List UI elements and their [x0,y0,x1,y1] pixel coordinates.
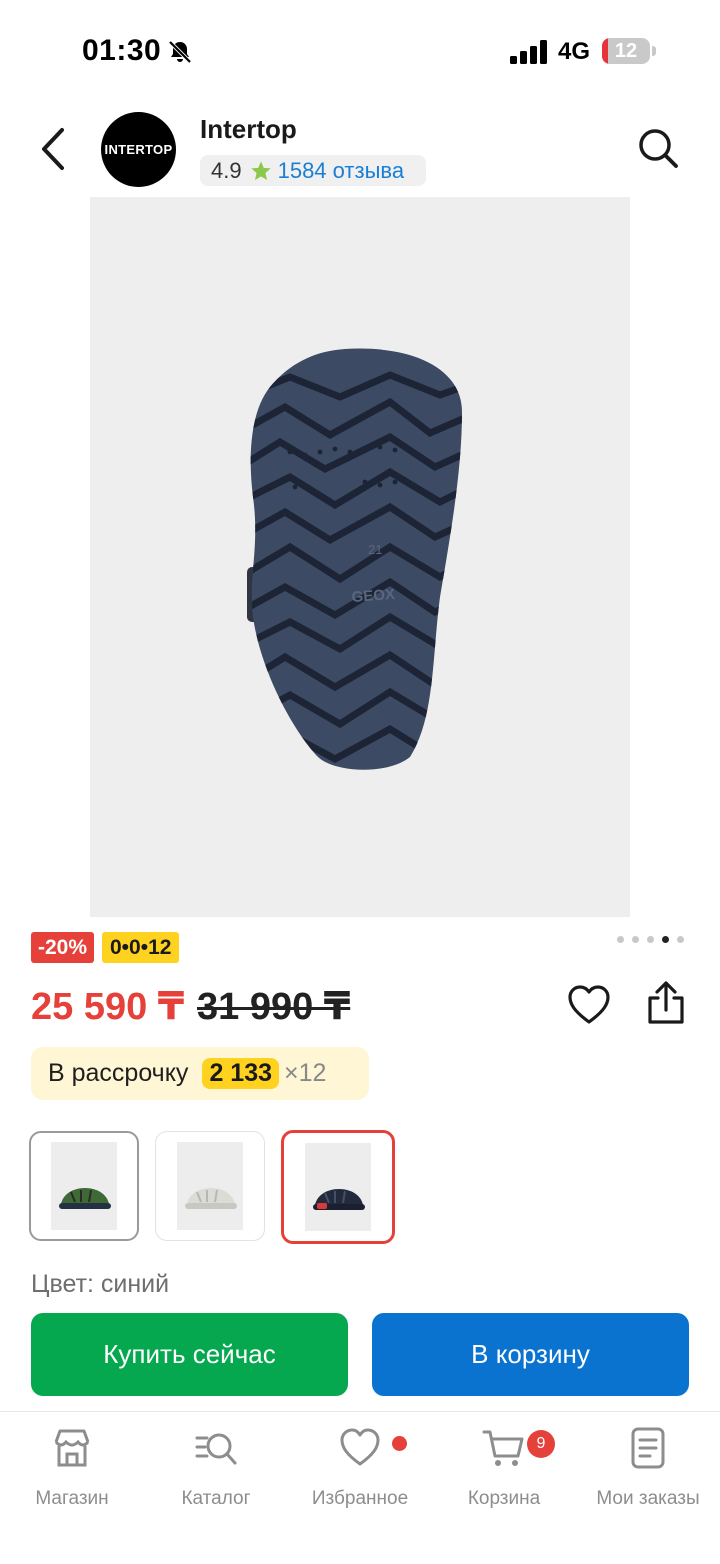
share-icon[interactable] [644,980,688,1026]
shop-name[interactable]: Intertop [200,114,297,145]
reviews-link[interactable]: 1584 отзыва [278,158,404,184]
nav-label: Мои заказы [596,1488,700,1509]
orders-icon [631,1427,665,1469]
installment-times: ×12 [284,1059,327,1087]
sole-size-mark: 21 [368,542,382,557]
image-pagination[interactable] [617,936,684,943]
shop-logo[interactable]: INTERTOP [101,112,176,187]
color-option-white[interactable] [155,1131,265,1241]
search-icon[interactable] [636,126,680,170]
sole-brand-mark: GEOX [351,586,395,606]
pagination-dot[interactable] [677,936,684,943]
nav-label: Избранное [311,1488,409,1509]
heart-icon[interactable] [566,984,612,1026]
battery-icon: 12 [602,38,650,64]
sandal-thumb-green [59,1188,111,1209]
catalog-search-icon [195,1433,237,1465]
sandal-thumb-blue [313,1189,365,1210]
color-label: Цвет: синий [31,1270,170,1298]
color-option-blue-selected[interactable] [281,1130,395,1244]
store-icon [54,1429,90,1467]
sandal-thumb-white [185,1188,237,1209]
nav-label: Магазин [35,1488,109,1509]
nav-label: Каталог [181,1488,251,1509]
signal-icon [510,40,547,64]
sandal-sole-illustration: 21 GEOX [247,348,462,770]
color-option-green[interactable] [29,1131,139,1241]
current-price: 25 590 ₸ [31,986,185,1028]
old-price: 31 990 ₸ [197,986,351,1028]
installment-amount: 2 133 [202,1058,279,1089]
bell-off-icon [168,40,192,64]
cart-icon [482,1430,524,1466]
cart-count-badge: 9 [527,1430,555,1458]
status-bar: 01:30 4G 12 [0,0,720,100]
pagination-dot-active[interactable] [662,936,669,943]
shop-rating[interactable]: 4.9 1584 отзыва [200,155,426,186]
add-to-cart-button[interactable]: В корзину [372,1313,689,1396]
pagination-dot[interactable] [647,936,654,943]
installment-label: В рассрочку [48,1059,189,1087]
favorites-indicator-dot [392,1436,407,1451]
pagination-dot[interactable] [632,936,639,943]
battery-level: 12 [614,40,638,62]
buy-now-button[interactable]: Купить сейчас [31,1313,348,1396]
installment-offer[interactable]: В рассрочку 2 133 ×12 [31,1047,369,1100]
bottom-nav: Магазин Каталог Избранное 9 Корзина Мои … [0,1411,720,1564]
battery-tip [652,46,656,56]
network-type: 4G [558,38,591,65]
discount-badge: -20% [31,932,95,963]
pagination-dot[interactable] [617,936,624,943]
nav-cart[interactable]: 9 Корзина [432,1426,576,1510]
nav-orders[interactable]: Мои заказы [576,1426,720,1510]
nav-catalog[interactable]: Каталог [144,1426,288,1510]
product-image[interactable]: 21 GEOX [90,197,630,917]
nav-store[interactable]: Магазин [0,1426,144,1510]
nav-favorites[interactable]: Избранное [288,1426,432,1510]
installment-badge: 0•0•12 [102,932,180,963]
rating-value: 4.9 [211,157,242,183]
star-icon [250,160,271,180]
back-arrow-icon[interactable] [32,124,76,174]
status-time: 01:30 [82,34,162,67]
heart-icon [340,1428,380,1466]
nav-label: Корзина [467,1488,541,1509]
